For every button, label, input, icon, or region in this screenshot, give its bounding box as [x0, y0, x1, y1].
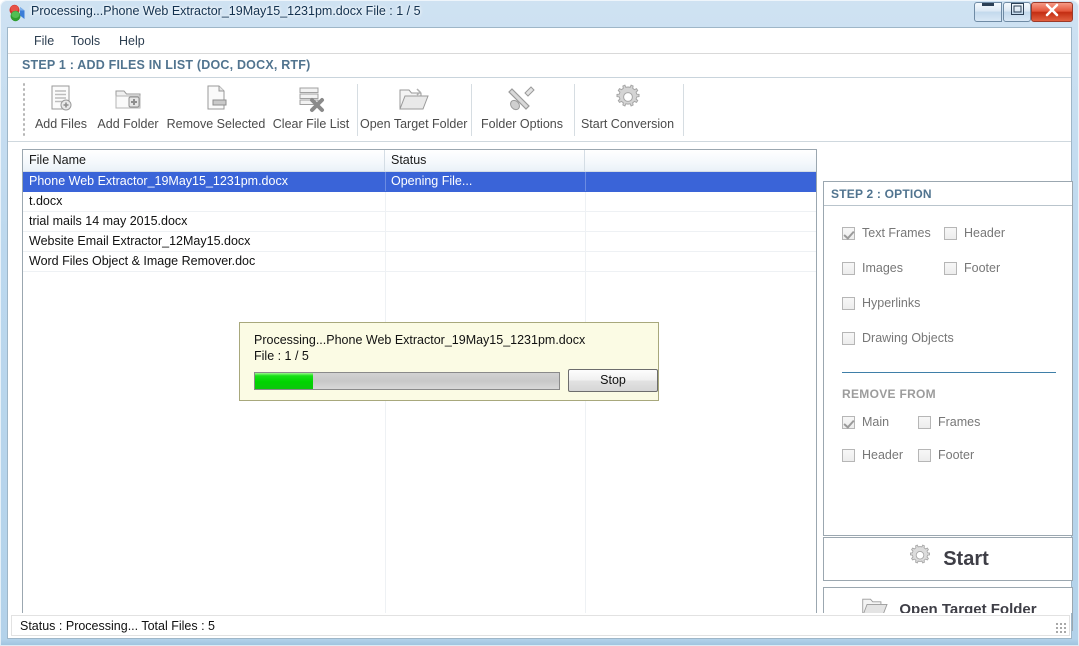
checkbox-box [842, 332, 855, 345]
table-row[interactable]: Website Email Extractor_12May15.docx [23, 232, 816, 252]
toolbar-button-remove-selected[interactable]: Remove Selected [164, 80, 268, 140]
checkbox-box [842, 416, 855, 429]
checkbox-label: Header [964, 226, 1005, 240]
window-title: Processing...Phone Web Extractor_19May15… [31, 4, 421, 18]
title-bar[interactable]: Processing...Phone Web Extractor_19May15… [0, 0, 1079, 26]
table-row[interactable]: Phone Web Extractor_19May15_1231pm.docx … [23, 172, 816, 192]
toolbar-label: Add Files [34, 117, 88, 131]
start-button[interactable]: Start [823, 537, 1073, 581]
cell-file-name: Phone Web Extractor_19May15_1231pm.docx [29, 174, 288, 188]
checkbox-box [918, 416, 931, 429]
checkbox-label: Frames [938, 415, 981, 429]
gear-icon [577, 80, 678, 114]
toolbar-button-add-folder[interactable]: Add Folder [96, 80, 160, 140]
step1-header: STEP 1 : ADD FILES IN LIST (DOC, DOCX, R… [8, 54, 1071, 78]
toolbar-label: Folder Options [481, 117, 563, 131]
application-window: Processing...Phone Web Extractor_19May15… [0, 0, 1079, 646]
add-files-icon [32, 80, 90, 114]
toolbar-separator [471, 84, 472, 136]
checkbox-label: Footer [938, 448, 975, 462]
progress-bar-fill [255, 373, 313, 389]
table-row[interactable]: Word Files Object & Image Remover.doc [23, 252, 816, 272]
tools-icon [474, 80, 570, 114]
status-bar: Status : Processing... Total Files : 5 [7, 613, 1072, 639]
checkbox-box [842, 449, 855, 462]
toolbar-button-add-files[interactable]: Add Files [32, 80, 90, 140]
progress-file-label: Processing...Phone Web Extractor_19May15… [254, 333, 586, 347]
toolbar-separator [574, 84, 575, 136]
clear-file-list-icon [270, 80, 352, 114]
column-header-status[interactable]: Status [385, 150, 585, 171]
toolbar-button-clear-file-list[interactable]: Clear File List [270, 80, 352, 140]
menu-item-help[interactable]: Help [113, 33, 151, 49]
open-folder-icon [360, 80, 466, 114]
status-bar-inner: Status : Processing... Total Files : 5 [11, 615, 1070, 636]
checkbox-label: Images [862, 261, 903, 275]
toolbar-label: Remove Selected [166, 117, 266, 131]
checkbox-label: Footer [964, 261, 1001, 275]
checkbox-box [842, 297, 855, 310]
column-header-extra[interactable] [585, 150, 816, 171]
close-button[interactable] [1031, 2, 1073, 22]
gear-icon [907, 543, 933, 575]
menu-item-tools[interactable]: Tools [65, 33, 106, 49]
client-area: File Tools Help STEP 1 : ADD FILES IN LI… [7, 27, 1073, 639]
checkbox-label: Main [862, 415, 890, 429]
table-row[interactable]: t.docx [23, 192, 816, 212]
checkbox-box [842, 262, 855, 275]
checkbox-box [944, 227, 957, 240]
cell-status: Opening File... [391, 174, 473, 188]
column-header-file-name[interactable]: File Name [23, 150, 385, 171]
toolbar-button-folder-options[interactable]: Folder Options [474, 80, 570, 140]
cell-file-name: t.docx [29, 194, 63, 208]
toolbar-label: Clear File List [272, 117, 350, 131]
checkbox-box [944, 262, 957, 275]
progress-dialog: Processing...Phone Web Extractor_19May15… [239, 322, 659, 401]
resize-grip[interactable] [1055, 622, 1067, 634]
toolbar-label: Start Conversion [580, 117, 675, 131]
cell-file-name: trial mails 14 may 2015.docx [29, 214, 188, 228]
checkbox-box [842, 227, 855, 240]
remove-from-label: REMOVE FROM [842, 387, 936, 401]
step2-label: STEP 2 : OPTION [831, 187, 932, 201]
add-folder-icon [96, 80, 160, 114]
step1-label: STEP 1 : ADD FILES IN LIST (DOC, DOCX, R… [22, 58, 311, 72]
stop-button[interactable]: Stop [568, 369, 658, 392]
toolbar-grip[interactable] [22, 82, 26, 138]
toolbar-label: Open Target Folder [360, 117, 468, 131]
checkbox-label: Header [862, 448, 903, 462]
toolbar-separator [683, 84, 684, 136]
remove-selected-icon [164, 80, 268, 114]
toolbar-separator [357, 84, 358, 136]
toolbar-label: Add Folder [97, 117, 159, 131]
toolbar: Add Files Add Folder Remove Selected Cle… [8, 78, 1071, 142]
toolbar-button-start-conversion[interactable]: Start Conversion [577, 80, 678, 140]
progress-count-label: File : 1 / 5 [254, 349, 309, 363]
menu-bar: File Tools Help [8, 28, 1071, 54]
file-list-header: File Name Status [23, 150, 816, 172]
checkbox-label: Text Frames [862, 226, 931, 240]
options-panel: STEP 2 : OPTION Text Frames Header Image… [823, 181, 1073, 536]
table-row[interactable]: trial mails 14 may 2015.docx [23, 212, 816, 232]
toolbar-button-open-target-folder[interactable]: Open Target Folder [360, 80, 468, 140]
cell-file-name: Website Email Extractor_12May15.docx [29, 234, 251, 248]
checkbox-box [918, 449, 931, 462]
cell-file-name: Word Files Object & Image Remover.doc [29, 254, 256, 268]
app-icon [8, 4, 26, 22]
window-bottom-edge [0, 639, 1079, 646]
options-divider [842, 372, 1056, 373]
start-button-label: Start [943, 547, 989, 570]
step2-header: STEP 2 : OPTION [824, 182, 1072, 206]
progress-bar [254, 372, 560, 390]
status-text: Status : Processing... Total Files : 5 [20, 619, 215, 633]
maximize-button[interactable] [1003, 2, 1031, 22]
minimize-button[interactable] [974, 2, 1002, 22]
checkbox-label: Hyperlinks [862, 296, 921, 310]
menu-item-file[interactable]: File [28, 33, 60, 49]
checkbox-label: Drawing Objects [862, 331, 954, 345]
